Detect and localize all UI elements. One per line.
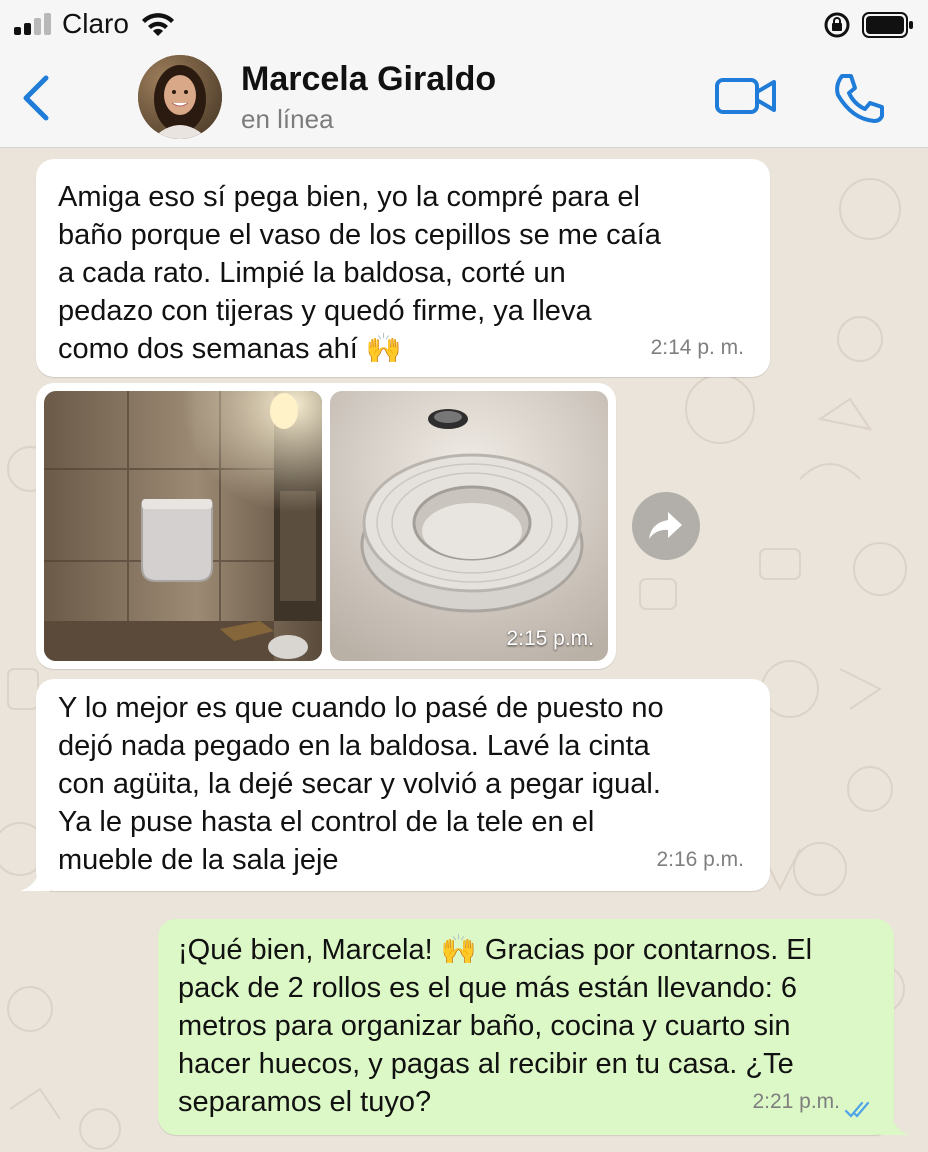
incoming-message-bubble[interactable]: Amiga eso sí pega bien, yo la compré par… (36, 159, 770, 377)
outgoing-message-bubble[interactable]: ¡Qué bien, Marcela! 🙌 Gracias por contar… (158, 919, 894, 1135)
avatar[interactable] (138, 55, 222, 139)
photo-thumbnail-bathroom[interactable] (44, 391, 322, 661)
chat-header: Marcela Giraldo en línea (0, 48, 928, 148)
back-button[interactable] (16, 72, 56, 124)
rotation-lock-icon (824, 12, 850, 38)
bubble-tail-outgoing (880, 1105, 910, 1135)
photo-time: 2:15 p.m. (506, 627, 594, 650)
tape-roll-photo (330, 391, 608, 661)
battery-icon (862, 12, 913, 38)
message-text: Y lo mejor es que cuando lo pasé de pues… (58, 692, 664, 876)
read-receipt-icon (844, 1101, 870, 1118)
status-bar: Claro (0, 0, 928, 48)
photo-album-message[interactable]: 2:15 p.m. (36, 383, 616, 669)
contact-name[interactable]: Marcela Giraldo (241, 60, 496, 99)
photo-thumbnail-tape[interactable]: 2:15 p.m. (330, 391, 608, 661)
contact-status: en línea (241, 104, 334, 134)
incoming-message-bubble[interactable]: Y lo mejor es que cuando lo pasé de pues… (36, 679, 770, 891)
contact-photo (138, 55, 222, 139)
bathroom-wall-photo (44, 391, 322, 661)
message-time: 2:16 p.m. (656, 848, 744, 871)
message-time: 2:21 p.m. (752, 1090, 840, 1113)
wifi-icon (142, 13, 174, 36)
message-time: 2:14 p. m. (650, 336, 744, 359)
signal-strength-icon (14, 13, 54, 35)
forward-button[interactable] (632, 492, 700, 560)
voice-call-button[interactable] (830, 70, 886, 126)
bubble-tail-incoming (20, 861, 50, 891)
chat-area[interactable]: Amiga eso sí pega bien, yo la compré par… (0, 149, 928, 1152)
carrier-name: Claro (62, 8, 129, 39)
video-call-button[interactable] (714, 74, 778, 118)
